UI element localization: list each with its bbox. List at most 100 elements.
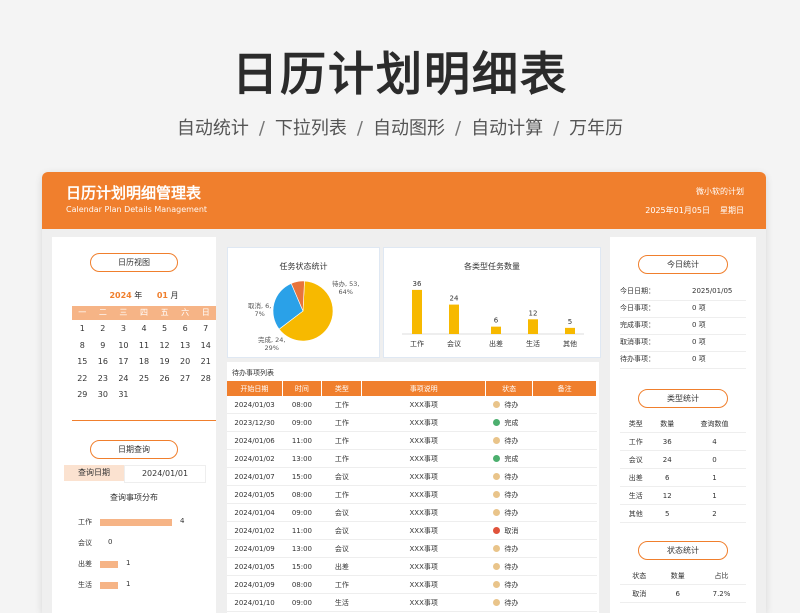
calendar-day[interactable]: 3 <box>113 321 134 338</box>
calendar-day[interactable]: 29 <box>72 387 93 404</box>
task-status[interactable]: 待办 <box>485 503 533 522</box>
task-status[interactable]: 待办 <box>485 485 533 504</box>
calendar-day[interactable]: 22 <box>72 371 93 388</box>
calendar-day[interactable]: 23 <box>93 371 114 388</box>
task-column-header[interactable]: 备注 <box>532 381 597 396</box>
task-type[interactable]: 工作 <box>321 575 362 594</box>
feature-separator: / <box>258 118 265 139</box>
task-column-header[interactable]: 开始日期 <box>227 381 283 396</box>
task-type[interactable]: 会议 <box>321 503 362 522</box>
task-row[interactable]: 2024/01/09 13:00 会议 XXX事项 待办 <box>227 539 597 558</box>
query-date-input[interactable]: 2024/01/01 <box>124 465 206 483</box>
task-type[interactable]: 会议 <box>321 539 362 558</box>
task-type[interactable]: 工作 <box>321 413 362 432</box>
calendar-day[interactable]: 7 <box>195 321 216 338</box>
calendar-day[interactable]: 11 <box>134 338 155 355</box>
divider <box>72 420 216 421</box>
task-row[interactable]: 2024/01/09 08:00 工作 XXX事项 待办 <box>227 575 597 594</box>
calendar-day[interactable]: 25 <box>134 371 155 388</box>
task-type[interactable]: 工作 <box>321 396 362 414</box>
task-note[interactable] <box>532 431 597 450</box>
today-stats-button[interactable]: 今日统计 <box>638 255 728 274</box>
status-stats-button[interactable]: 状态统计 <box>638 541 728 560</box>
task-type[interactable]: 出差 <box>321 557 362 576</box>
calendar-day[interactable]: 12 <box>154 338 175 355</box>
task-status[interactable]: 完成 <box>485 449 533 468</box>
task-status[interactable]: 取消 <box>485 521 533 540</box>
task-note[interactable] <box>532 467 597 486</box>
task-type[interactable]: 工作 <box>321 449 362 468</box>
task-note[interactable] <box>532 521 597 540</box>
calendar-day[interactable]: 21 <box>195 354 216 371</box>
task-type[interactable]: 工作 <box>321 431 362 450</box>
calendar-day[interactable]: 24 <box>113 371 134 388</box>
task-column-header[interactable]: 状态 <box>485 381 534 396</box>
type-stats-button[interactable]: 类型统计 <box>638 389 728 408</box>
task-row[interactable]: 2024/01/03 08:00 工作 XXX事项 待办 <box>227 396 597 414</box>
task-row[interactable]: 2024/01/07 15:00 会议 XXX事项 待办 <box>227 467 597 486</box>
task-note[interactable] <box>532 503 597 522</box>
task-type[interactable]: 会议 <box>321 521 362 540</box>
stats-cell: 6 <box>651 468 683 487</box>
calendar-day[interactable]: 10 <box>113 338 134 355</box>
task-row[interactable]: 2024/01/04 09:00 会议 XXX事项 待办 <box>227 503 597 522</box>
feature-item: 自动计算 <box>471 118 544 139</box>
calendar-day[interactable]: 17 <box>113 354 134 371</box>
calendar-day[interactable]: 9 <box>93 338 114 355</box>
calendar-day[interactable]: 6 <box>175 321 196 338</box>
calendar-day[interactable]: 30 <box>93 387 114 404</box>
task-status[interactable]: 待办 <box>485 557 533 576</box>
calendar-day[interactable]: 16 <box>93 354 114 371</box>
calendar-year[interactable]: 2024 <box>109 291 131 300</box>
task-type[interactable]: 生活 <box>321 593 362 612</box>
task-status[interactable]: 待办 <box>485 396 533 414</box>
task-type[interactable]: 会议 <box>321 467 362 486</box>
task-row[interactable]: 2024/01/10 09:00 生活 XXX事项 待办 <box>227 593 597 612</box>
task-status[interactable]: 待办 <box>485 467 533 486</box>
task-column-header[interactable]: 时间 <box>282 381 323 396</box>
task-note[interactable] <box>532 413 597 432</box>
calendar-day[interactable]: 26 <box>154 371 175 388</box>
task-note[interactable] <box>532 575 597 594</box>
calendar-day[interactable]: 28 <box>195 371 216 388</box>
task-desc: XXX事项 <box>361 503 486 522</box>
calendar-month[interactable]: 01 <box>157 291 168 300</box>
task-note[interactable] <box>532 557 597 576</box>
pie-label-cancel: 取消, 6, 7% <box>248 300 271 318</box>
calendar-day[interactable]: 5 <box>154 321 175 338</box>
task-row[interactable]: 2024/01/06 11:00 工作 XXX事项 待办 <box>227 431 597 450</box>
calendar-day[interactable]: 2 <box>93 321 114 338</box>
task-note[interactable] <box>532 396 597 414</box>
task-note[interactable] <box>532 449 597 468</box>
calendar-day[interactable]: 14 <box>195 338 216 355</box>
task-type[interactable]: 工作 <box>321 485 362 504</box>
task-column-header[interactable]: 类型 <box>321 381 363 396</box>
task-column-header[interactable]: 事项说明 <box>361 381 486 396</box>
calendar-view-button[interactable]: 日历视图 <box>90 253 178 272</box>
task-status[interactable]: 待办 <box>485 539 533 558</box>
task-status[interactable]: 待办 <box>485 431 533 450</box>
task-note[interactable] <box>532 593 597 612</box>
calendar-day[interactable]: 15 <box>72 354 93 371</box>
calendar-day[interactable]: 8 <box>72 338 93 355</box>
calendar-day[interactable]: 31 <box>113 387 134 404</box>
task-status[interactable]: 待办 <box>485 593 533 612</box>
task-row[interactable]: 2024/01/02 13:00 工作 XXX事项 完成 <box>227 449 597 468</box>
calendar-day[interactable]: 18 <box>134 354 155 371</box>
calendar-day[interactable]: 13 <box>175 338 196 355</box>
calendar-day[interactable]: 4 <box>134 321 155 338</box>
calendar-day[interactable]: 27 <box>175 371 196 388</box>
date-query-button[interactable]: 日期查询 <box>90 440 178 459</box>
task-note[interactable] <box>532 485 597 504</box>
task-status[interactable]: 待办 <box>485 575 533 594</box>
task-row[interactable]: 2024/01/05 08:00 工作 XXX事项 待办 <box>227 485 597 504</box>
calendar-day[interactable]: 19 <box>154 354 175 371</box>
task-date: 2024/01/07 <box>227 467 283 486</box>
task-row[interactable]: 2024/01/05 15:00 出差 XXX事项 待办 <box>227 557 597 576</box>
calendar-day[interactable]: 20 <box>175 354 196 371</box>
task-note[interactable] <box>532 539 597 558</box>
calendar-day[interactable]: 1 <box>72 321 93 338</box>
task-row[interactable]: 2023/12/30 09:00 工作 XXX事项 完成 <box>227 413 597 432</box>
task-row[interactable]: 2024/01/02 11:00 会议 XXX事项 取消 <box>227 521 597 540</box>
task-status[interactable]: 完成 <box>485 413 533 432</box>
